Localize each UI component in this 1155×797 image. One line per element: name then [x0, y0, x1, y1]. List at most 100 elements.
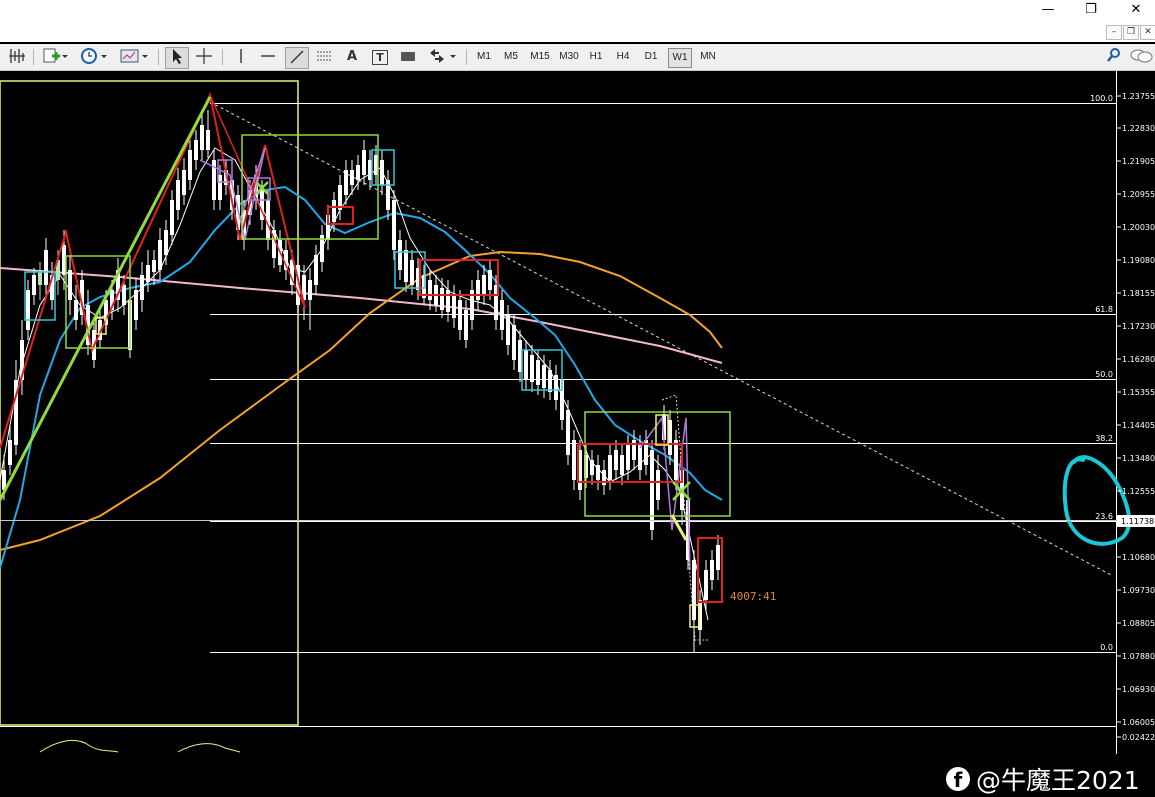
fib-level-label: 38.2	[1095, 434, 1113, 443]
mdi-restore-button[interactable]: ❐	[1123, 25, 1139, 40]
candles	[2, 110, 720, 652]
trendline-icon[interactable]	[285, 47, 309, 69]
candle-body	[620, 455, 624, 475]
price-label: 1.12555	[1122, 487, 1155, 496]
toolbar-separator	[466, 49, 467, 65]
timeframe-w1[interactable]: W1	[668, 48, 692, 68]
candle-body	[8, 440, 12, 465]
candle-body	[74, 300, 78, 320]
mdi-minimize-button[interactable]: –	[1106, 25, 1122, 40]
candle-body	[530, 355, 534, 382]
candle-body	[524, 350, 528, 380]
impulse-green-line	[0, 96, 212, 501]
rectangle-icon[interactable]	[397, 47, 419, 67]
clock-icon[interactable]	[78, 47, 110, 67]
price-label: 0.02422	[1122, 733, 1155, 742]
candle-body	[500, 300, 504, 330]
minimize-button[interactable]: —	[1028, 0, 1068, 20]
fib-level-label: 50.0	[1095, 370, 1113, 379]
close-button[interactable]: ✕	[1116, 0, 1155, 20]
price-label: 1.19080	[1122, 256, 1155, 265]
candle-body	[482, 275, 486, 295]
price-chart[interactable]: 100.061.850.038.223.60.0 1.237551.228301…	[0, 71, 1155, 754]
price-label: 1.06005	[1122, 718, 1155, 727]
candle-body	[704, 570, 708, 600]
candle-body	[170, 200, 174, 235]
timeframe-mn[interactable]: MN	[696, 48, 720, 66]
candle-body	[308, 280, 312, 300]
chart-area[interactable]: 100.0 61.8 50.0 38.2 23.6 0.0 1.23755 1.…	[0, 71, 1155, 795]
fib-level-label: 23.6	[1095, 512, 1113, 521]
price-label: 1.23755	[1122, 92, 1155, 101]
ma-slow-line	[0, 250, 723, 551]
facebook-icon: f	[946, 767, 970, 792]
price-label: 1.09730	[1122, 586, 1155, 595]
horizontal-line-icon[interactable]	[257, 47, 279, 67]
text-icon[interactable]: A	[341, 47, 363, 67]
toolbar-separator	[158, 49, 159, 65]
arrows-icon[interactable]	[425, 47, 459, 67]
timeframe-d1[interactable]: D1	[640, 48, 662, 66]
candle-body	[176, 180, 180, 210]
toolbar: A T M1 M5 M15 M30 H1 H4 D1 W1 MN	[0, 44, 1155, 71]
candle-body	[548, 370, 552, 392]
candle-body	[464, 310, 468, 340]
price-label: 1.15355	[1122, 388, 1155, 397]
new-order-icon[interactable]	[40, 47, 70, 67]
text-label-glyph: T	[372, 50, 388, 65]
search-icon[interactable]	[1104, 47, 1124, 67]
chat-icon[interactable]	[1128, 47, 1154, 67]
price-label: 1.18155	[1122, 289, 1155, 298]
candle-body	[26, 290, 30, 330]
zigzag-red-leg	[209, 94, 306, 309]
candle-body	[614, 450, 618, 470]
candle-body	[458, 300, 462, 330]
candle-body	[476, 280, 480, 300]
text-label-icon[interactable]: T	[369, 47, 391, 67]
crosshair-lines-icon[interactable]	[6, 47, 28, 67]
price-label: 1.07880	[1122, 652, 1155, 661]
candle-body	[590, 460, 594, 475]
price-label: 1.20030	[1122, 223, 1155, 232]
timeframe-m15[interactable]: M15	[527, 48, 553, 66]
candle-body	[398, 240, 402, 270]
candle-body	[158, 240, 162, 270]
current-price-label: 1.11738	[1121, 517, 1154, 526]
candle-body	[542, 365, 546, 388]
candle-body	[266, 200, 270, 240]
timeframe-m30[interactable]: M30	[556, 48, 582, 66]
indicator-curve-1	[39, 739, 119, 753]
indicator-curve-2	[177, 743, 241, 753]
candle-body	[200, 125, 204, 150]
timeframe-h4[interactable]: H4	[612, 48, 634, 66]
timeframe-h1[interactable]: H1	[585, 48, 607, 66]
mdi-close-button[interactable]: ✕	[1140, 25, 1155, 40]
mdi-control-strip: – ❐ ✕	[0, 22, 1155, 42]
price-label: 1.06930	[1122, 685, 1155, 694]
crosshair-icon[interactable]	[193, 47, 215, 67]
candle-body	[506, 315, 510, 345]
candle-body	[362, 150, 366, 175]
watermark: f @牛魔王2021	[946, 761, 1140, 797]
candle-body	[356, 165, 360, 180]
toolbar-separator	[222, 49, 223, 65]
candle-body	[428, 280, 432, 300]
candle-body	[146, 265, 150, 282]
equidistant-channel-icon[interactable]	[313, 47, 335, 67]
restore-button[interactable]: ❐	[1071, 0, 1111, 20]
timeframe-m5[interactable]: M5	[500, 48, 522, 66]
candle-body	[380, 160, 384, 185]
candle-body	[626, 445, 630, 470]
candle-body	[716, 545, 720, 570]
vertical-line-icon[interactable]	[230, 47, 252, 67]
price-label: 1.13480	[1122, 454, 1155, 463]
price-label: 1.14405	[1122, 421, 1155, 430]
price-label: 1.20955	[1122, 190, 1155, 199]
candle-body	[512, 325, 516, 360]
cursor-icon[interactable]	[165, 47, 189, 69]
chart-template-icon[interactable]	[117, 47, 151, 67]
candle-body	[44, 250, 48, 285]
timeframe-m1[interactable]: M1	[473, 48, 495, 66]
candle-body	[68, 270, 72, 300]
x-mark-3	[670, 514, 688, 541]
